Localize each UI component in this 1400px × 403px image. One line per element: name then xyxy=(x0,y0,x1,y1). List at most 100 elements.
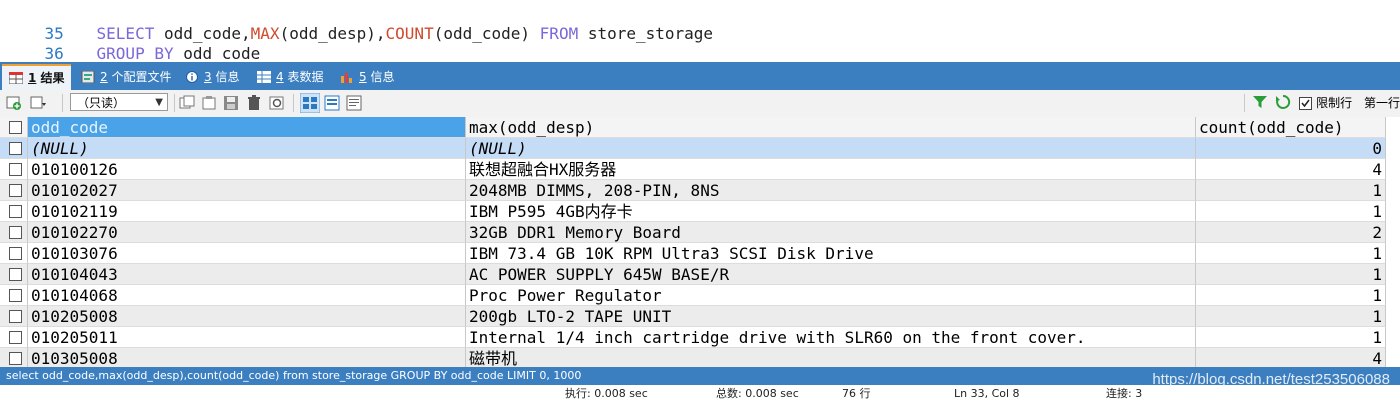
row-checkbox[interactable] xyxy=(9,247,22,260)
table-row[interactable]: 010205008 200gb LTO-2 TAPE UNIT 1 xyxy=(0,306,1400,327)
cell-max-odd-desp[interactable]: (NULL) xyxy=(466,138,1196,159)
row-select-cell[interactable] xyxy=(0,222,28,243)
table-row[interactable]: 010104043 AC POWER SUPPLY 645W BASE/R 1 xyxy=(0,264,1400,285)
row-select-cell[interactable] xyxy=(0,327,28,348)
row-checkbox[interactable] xyxy=(9,268,22,281)
cell-odd-code[interactable]: 010102027 xyxy=(28,180,466,201)
readonly-select[interactable]: （只读） ▼ xyxy=(70,93,168,111)
table-row[interactable]: 010103076 IBM 73.4 GB 10K RPM Ultra3 SCS… xyxy=(0,243,1400,264)
cell-odd-code[interactable]: 010100126 xyxy=(28,159,466,180)
cell-count[interactable]: 4 xyxy=(1196,348,1386,367)
tab-profile[interactable]: 2 个配置文件 xyxy=(74,65,177,90)
table-row[interactable]: 010100126 联想超融合HX服务器 4 xyxy=(0,159,1400,180)
row-checkbox[interactable] xyxy=(9,142,22,155)
row-checkbox[interactable] xyxy=(9,226,22,239)
cell-max-odd-desp[interactable]: Proc Power Regulator xyxy=(466,285,1196,306)
tab-label: 个配置文件 xyxy=(107,70,172,84)
cell-odd-code[interactable]: 010103076 xyxy=(28,243,466,264)
code-line-35[interactable]: 35 SELECT odd_code,MAX(odd_desp),COUNT(od… xyxy=(0,4,714,43)
cell-odd-code[interactable]: (NULL) xyxy=(28,138,466,159)
row-select-cell[interactable] xyxy=(0,138,28,159)
refresh-grid-icon[interactable] xyxy=(269,95,285,111)
select-all-checkbox[interactable] xyxy=(9,121,22,134)
table-row[interactable]: 010205011 Internal 1/4 inch cartridge dr… xyxy=(0,327,1400,348)
column-header-odd-code[interactable]: odd_code xyxy=(28,117,466,138)
row-select-cell[interactable] xyxy=(0,201,28,222)
row-checkbox[interactable] xyxy=(9,310,22,323)
cursor-position: Ln 33, Col 8 xyxy=(954,387,1020,400)
result-grid[interactable]: odd_code max(odd_desp) count(odd_code) (… xyxy=(0,117,1400,367)
column-header-count-odd-code[interactable]: count(odd_code) xyxy=(1196,117,1386,138)
cell-max-odd-desp[interactable]: IBM P595 4GB内存卡 xyxy=(466,201,1196,222)
result-toolbar: （只读） ▼ 限制行 第一行 xyxy=(0,90,1400,118)
cell-count[interactable]: 0 xyxy=(1196,138,1386,159)
cell-max-odd-desp[interactable]: 磁带机 xyxy=(466,348,1196,367)
toolbar-separator xyxy=(174,94,175,112)
tab-table-data[interactable]: 4 表数据 xyxy=(250,65,329,90)
row-checkbox[interactable] xyxy=(9,352,22,365)
reset-filter-icon[interactable] xyxy=(1275,94,1291,110)
row-checkbox[interactable] xyxy=(9,184,22,197)
form-view-icon[interactable] xyxy=(324,95,340,111)
row-select-cell[interactable] xyxy=(0,264,28,285)
grid-header-row: odd_code max(odd_desp) count(odd_code) xyxy=(0,117,1400,138)
table-row[interactable]: 010305008 磁带机 4 xyxy=(0,348,1400,367)
row-select-cell[interactable] xyxy=(0,285,28,306)
cell-count[interactable]: 1 xyxy=(1196,306,1386,327)
table-row[interactable]: 010102270 32GB DDR1 Memory Board 2 xyxy=(0,222,1400,243)
row-select-cell[interactable] xyxy=(0,306,28,327)
cell-max-odd-desp[interactable]: 200gb LTO-2 TAPE UNIT xyxy=(466,306,1196,327)
cell-max-odd-desp[interactable]: Internal 1/4 inch cartridge drive with S… xyxy=(466,327,1196,348)
table-row[interactable]: 010102027 2048MB DIMMS, 208-PIN, 8NS 1 xyxy=(0,180,1400,201)
line-number: 36 xyxy=(44,44,64,63)
cell-odd-code[interactable]: 010205011 xyxy=(28,327,466,348)
tab-result[interactable]: 1 结果 xyxy=(2,64,71,90)
cell-odd-code[interactable]: 010205008 xyxy=(28,306,466,327)
cell-count[interactable]: 1 xyxy=(1196,327,1386,348)
cell-odd-code[interactable]: 010305008 xyxy=(28,348,466,367)
paste-row-icon[interactable] xyxy=(201,95,217,111)
cell-count[interactable]: 1 xyxy=(1196,243,1386,264)
add-row-icon[interactable] xyxy=(6,95,22,111)
cell-count[interactable]: 1 xyxy=(1196,285,1386,306)
row-select-cell[interactable] xyxy=(0,159,28,180)
row-menu-icon[interactable] xyxy=(30,95,46,111)
grid-view-icon[interactable] xyxy=(300,93,320,113)
table-row[interactable]: 010104068 Proc Power Regulator 1 xyxy=(0,285,1400,306)
limit-rows-checkbox[interactable] xyxy=(1299,97,1313,110)
sql-editor[interactable]: 35 SELECT odd_code,MAX(odd_desp),COUNT(od… xyxy=(0,0,1400,63)
cell-max-odd-desp[interactable]: 2048MB DIMMS, 208-PIN, 8NS xyxy=(466,180,1196,201)
code-line-36[interactable]: 36 GROUP BY odd_code xyxy=(0,24,261,63)
cell-odd-code[interactable]: 010104043 xyxy=(28,264,466,285)
select-all-cell[interactable] xyxy=(0,117,28,138)
row-checkbox[interactable] xyxy=(9,331,22,344)
text-view-icon[interactable] xyxy=(346,95,362,111)
cell-odd-code[interactable]: 010102119 xyxy=(28,201,466,222)
cell-max-odd-desp[interactable]: AC POWER SUPPLY 645W BASE/R xyxy=(466,264,1196,285)
cell-odd-code[interactable]: 010102270 xyxy=(28,222,466,243)
cell-count[interactable]: 2 xyxy=(1196,222,1386,243)
tab-info[interactable]: 3 信息 xyxy=(178,65,245,90)
save-icon[interactable] xyxy=(223,95,239,111)
row-checkbox[interactable] xyxy=(9,163,22,176)
cell-max-odd-desp[interactable]: 32GB DDR1 Memory Board xyxy=(466,222,1196,243)
delete-row-icon[interactable] xyxy=(246,95,262,111)
cell-count[interactable]: 4 xyxy=(1196,159,1386,180)
column-header-max-odd-desp[interactable]: max(odd_desp) xyxy=(466,117,1196,138)
cell-count[interactable]: 1 xyxy=(1196,264,1386,285)
row-checkbox[interactable] xyxy=(9,289,22,302)
row-checkbox[interactable] xyxy=(9,205,22,218)
table-row[interactable]: (NULL) (NULL) 0 xyxy=(0,138,1400,159)
filter-icon[interactable] xyxy=(1252,94,1268,110)
cell-count[interactable]: 1 xyxy=(1196,180,1386,201)
cell-max-odd-desp[interactable]: IBM 73.4 GB 10K RPM Ultra3 SCSI Disk Dri… xyxy=(466,243,1196,264)
cell-count[interactable]: 1 xyxy=(1196,201,1386,222)
row-select-cell[interactable] xyxy=(0,180,28,201)
row-select-cell[interactable] xyxy=(0,243,28,264)
copy-row-icon[interactable] xyxy=(179,95,195,111)
table-row[interactable]: 010102119 IBM P595 4GB内存卡 1 xyxy=(0,201,1400,222)
row-select-cell[interactable] xyxy=(0,348,28,367)
cell-odd-code[interactable]: 010104068 xyxy=(28,285,466,306)
cell-max-odd-desp[interactable]: 联想超融合HX服务器 xyxy=(466,159,1196,180)
tab-messages[interactable]: 5 信息 xyxy=(333,65,400,90)
